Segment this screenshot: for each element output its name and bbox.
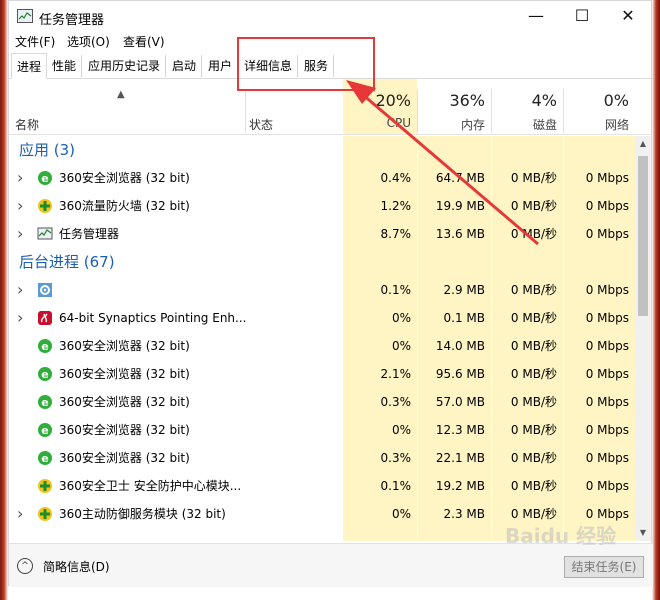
annotation-arrow — [346, 80, 539, 246]
baidu-watermark: Baidu 经验 — [505, 524, 617, 548]
